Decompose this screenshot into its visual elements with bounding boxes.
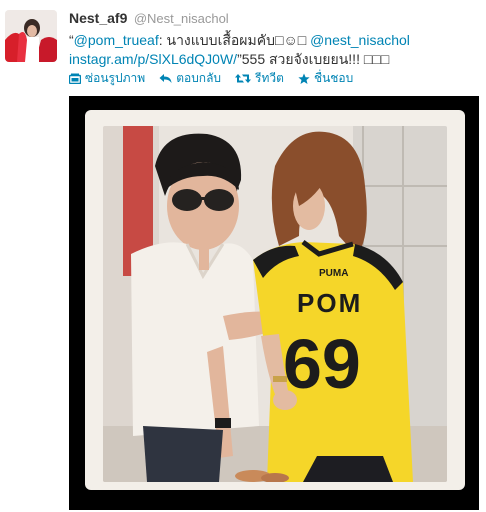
photo-frame: PUMA POM 69 [85,110,465,490]
tweet-header: Nest_af9 @Nest_nisachol [69,10,229,28]
jersey-name: POM [297,288,362,318]
instagram-photo: PUMA POM 69 [103,126,447,482]
tweet-actions: ซ่อนรูปภาพ ตอบกลับ รีทวีต ชื่นชอบ [69,69,353,88]
reply-label: ตอบกลับ [176,71,222,85]
instagram-link[interactable]: instagr.am/p/SlXL6dQJ0W/ [69,51,237,67]
retweet-icon [235,73,252,84]
tweet-text-part-2: ”555 สวยจังเบยยน!!! □□□ [237,51,390,67]
display-name[interactable]: Nest_af9 [69,10,127,26]
favorite-label: ชื่นชอบ [313,71,354,85]
photo-illustration: PUMA POM 69 [103,126,447,482]
media-container[interactable]: PUMA POM 69 [69,96,479,510]
retweet-label: รีทวีต [255,71,284,85]
mention-pom-trueaf[interactable]: @pom_trueaf [74,32,159,48]
favorite-button[interactable]: ชื่นชอบ [298,69,353,88]
photo-icon [69,73,81,84]
jersey-number: 69 [283,325,361,403]
profile-photo-icon [5,10,57,62]
reply-icon [159,73,172,84]
star-icon [298,73,310,85]
tweet-text-part-1: : นางแบบเสื้อผมคับ□☺□ [158,32,311,48]
hide-photo-label: ซ่อนรูปภาพ [85,71,146,85]
jersey-brand: PUMA [319,268,348,279]
screen-name[interactable]: @Nest_nisachol [134,11,229,26]
retweet-button[interactable]: รีทวีต [235,69,284,88]
reply-button[interactable]: ตอบกลับ [159,69,221,88]
tweet-text: “@pom_trueaf: นางแบบเสื้อผมคับ□☺□ @nest_… [69,31,479,69]
tweet: Nest_af9 @Nest_nisachol “@pom_trueaf: นา… [0,0,486,512]
mention-nest-nisachol[interactable]: @nest_nisachol [310,32,410,48]
avatar[interactable] [5,10,57,62]
hide-photo-button[interactable]: ซ่อนรูปภาพ [69,69,145,88]
